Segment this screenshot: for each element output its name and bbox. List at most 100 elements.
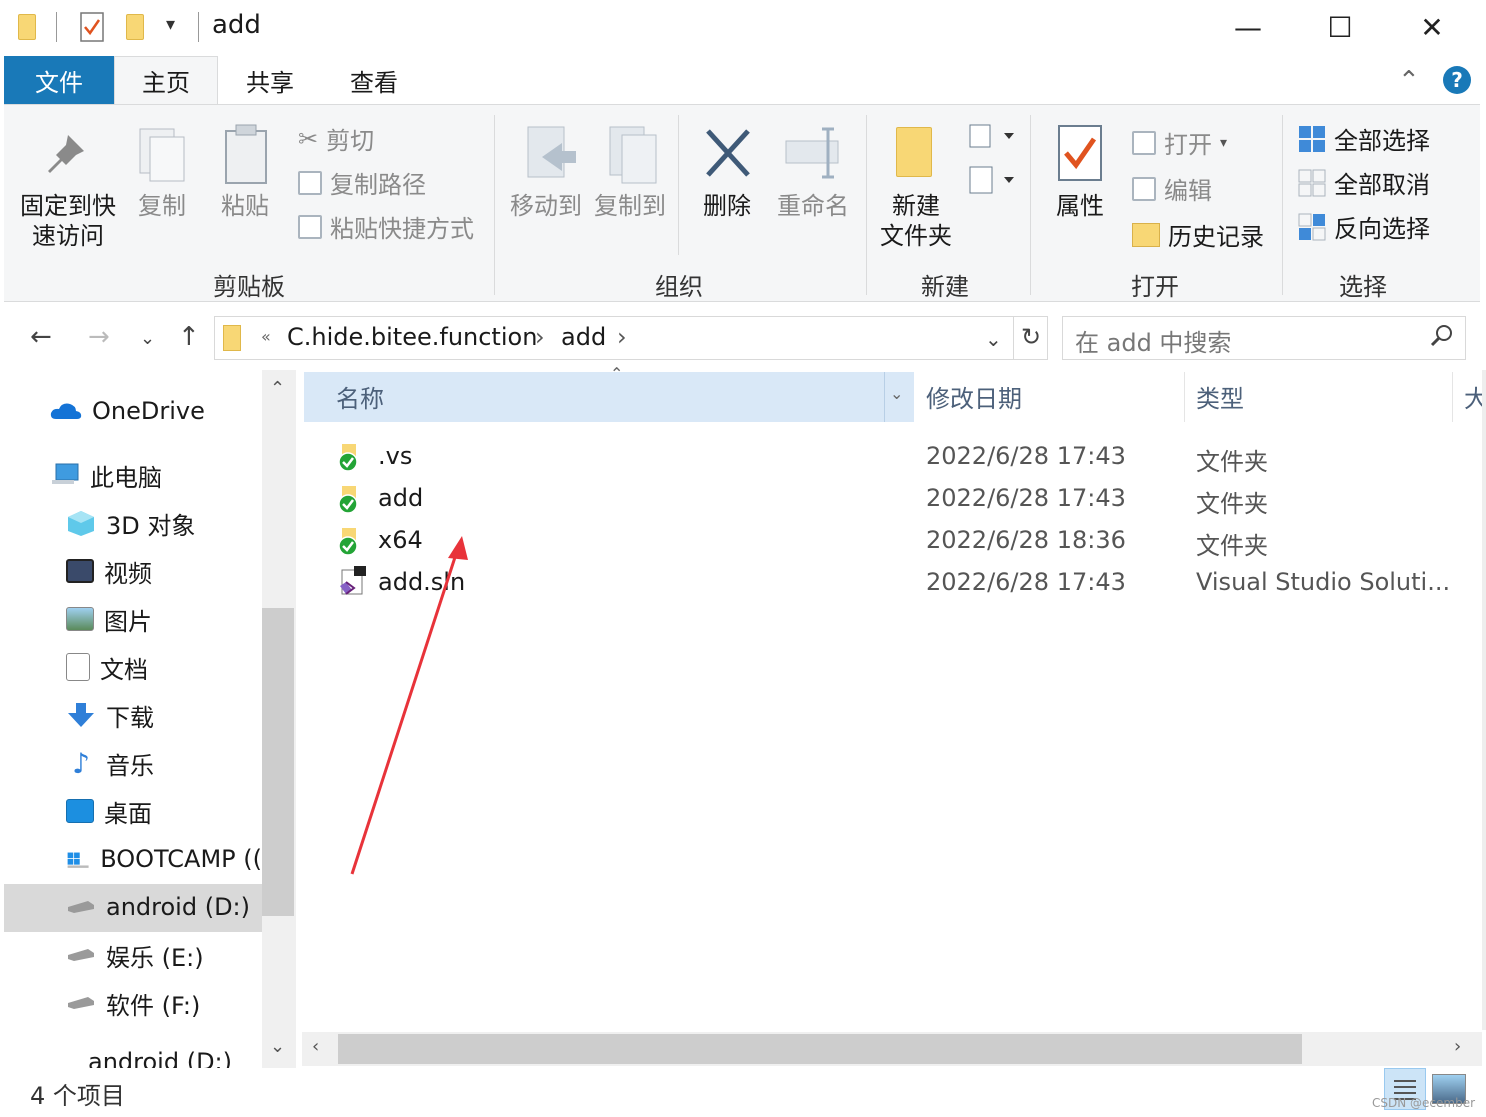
paste-shortcut-button[interactable]: 粘贴快捷方式 — [298, 209, 474, 244]
nav-item-software-f[interactable]: 软件 (F:) — [66, 980, 200, 1026]
up-icon[interactable]: ↑ — [178, 322, 200, 352]
select-none-button[interactable]: 全部取消 — [1298, 165, 1430, 200]
windows-drive-icon — [67, 852, 89, 868]
forward-icon[interactable]: → — [88, 322, 110, 352]
tab-home[interactable]: 主页 — [114, 56, 218, 104]
new-folder-line2: 文件夹 — [880, 222, 952, 250]
nav-item-music[interactable]: ♪ 音乐 — [66, 740, 154, 786]
back-icon[interactable]: ← — [30, 322, 52, 352]
copy-icon — [136, 125, 190, 189]
scroll-down-icon[interactable]: ⌄ — [270, 1036, 285, 1057]
nav-item-android-d[interactable]: android (D:) — [66, 884, 250, 930]
overflow-icon[interactable]: « — [261, 327, 271, 346]
nav-item-bootcamp[interactable]: BOOTCAMP (( — [66, 836, 262, 882]
file-name: add — [378, 484, 424, 512]
divider — [1184, 372, 1185, 422]
column-header-name-bg — [304, 372, 914, 422]
properties-icon[interactable] — [80, 12, 104, 42]
breadcrumb-add[interactable]: add — [561, 323, 606, 351]
nav-item-desktop[interactable]: 桌面 — [66, 788, 152, 834]
nav-label: 图片 — [104, 607, 152, 636]
delete-button[interactable]: 删除 — [692, 191, 762, 221]
address-dropdown-icon[interactable]: ⌄ — [985, 327, 1002, 351]
vertical-scrollbar[interactable] — [1482, 370, 1486, 1030]
recent-locations-icon[interactable]: ⌄ — [140, 328, 155, 349]
file-type: Visual Studio Soluti... — [1196, 568, 1451, 596]
breadcrumb-separator-icon[interactable]: › — [617, 323, 627, 351]
scroll-up-icon[interactable]: ⌃ — [270, 378, 285, 399]
copy-to-button[interactable]: 复制到 — [588, 191, 672, 221]
cube-icon — [68, 511, 94, 536]
film-icon — [66, 559, 94, 583]
copy-path-button[interactable]: 复制路径 — [298, 165, 426, 200]
breadcrumb-separator-icon[interactable]: › — [535, 323, 545, 351]
paste-shortcut-icon — [298, 214, 322, 239]
history-button[interactable]: 历史记录 — [1132, 217, 1264, 252]
nav-item-documents[interactable]: 文档 — [66, 644, 148, 690]
easy-access-icon[interactable] — [966, 163, 1016, 201]
horizontal-scrollbar[interactable]: ‹ › — [302, 1032, 1482, 1066]
properties-button[interactable]: 属性 — [1044, 191, 1116, 221]
nav-label: 娱乐 (E:) — [106, 943, 204, 972]
pin-quick-access-button[interactable]: 固定到快 速访问 — [14, 191, 122, 251]
minimize-button[interactable]: — — [1202, 0, 1294, 54]
delete-icon — [702, 125, 754, 185]
close-button[interactable]: ✕ — [1386, 0, 1478, 54]
move-to-button[interactable]: 移动到 — [504, 191, 588, 221]
invert-selection-button[interactable]: 反向选择 — [1298, 209, 1430, 244]
nav-item-this-pc[interactable]: 此电脑 — [50, 452, 162, 498]
new-folder-icon[interactable] — [124, 12, 146, 42]
new-item-icon[interactable] — [966, 121, 1016, 155]
tab-file[interactable]: 文件 — [4, 56, 114, 104]
column-header-type[interactable]: 类型 — [1196, 370, 1244, 422]
tab-share[interactable]: 共享 — [218, 56, 322, 104]
nav-item-downloads[interactable]: 下载 — [66, 692, 154, 738]
file-row[interactable]: x64 2022/6/28 18:36 文件夹 — [300, 520, 1480, 562]
rename-button[interactable]: 重命名 — [770, 191, 856, 221]
select-all-button[interactable]: 全部选择 — [1298, 121, 1430, 156]
scroll-right-icon[interactable]: › — [1454, 1036, 1461, 1057]
file-modified: 2022/6/28 17:43 — [926, 568, 1126, 596]
ribbon-tabs: 文件 主页 共享 查看 ⌃ ? — [0, 54, 1486, 104]
refresh-icon[interactable]: ↻ — [1021, 323, 1041, 351]
column-header-size[interactable]: 大 — [1464, 370, 1482, 422]
copy-button[interactable]: 复制 — [130, 191, 194, 221]
edit-label: 编辑 — [1164, 177, 1212, 205]
nav-item-entertainment-e[interactable]: 娱乐 (E:) — [66, 932, 204, 978]
paste-button[interactable]: 粘贴 — [212, 191, 278, 221]
open-button[interactable]: 打开 ▾ — [1132, 125, 1227, 160]
cut-button[interactable]: ✂ 剪切 — [298, 121, 374, 156]
scissors-icon: ✂ — [298, 124, 319, 153]
search-input[interactable]: 在 add 中搜索 — [1062, 316, 1466, 360]
maximize-button[interactable]: ☐ — [1294, 0, 1386, 54]
tab-view[interactable]: 查看 — [322, 56, 426, 104]
group-label-select: 选择 — [1339, 273, 1387, 301]
file-row[interactable]: add.sln 2022/6/28 17:43 Visual Studio So… — [300, 562, 1480, 604]
edit-button[interactable]: 编辑 — [1132, 171, 1212, 206]
group-label-organize: 组织 — [655, 273, 703, 301]
file-row[interactable]: add 2022/6/28 17:43 文件夹 — [300, 478, 1480, 520]
nav-item-3d-objects[interactable]: 3D 对象 — [66, 500, 195, 546]
column-header-name[interactable]: 名称 — [336, 370, 384, 422]
column-filter-icon[interactable]: ⌄ — [890, 384, 903, 403]
address-bar[interactable]: « C.hide.bitee.function › add › ⌄ ↻ — [214, 316, 1048, 360]
search-icon[interactable] — [1429, 323, 1455, 353]
customize-toolbar-icon[interactable]: ▾ — [166, 14, 175, 35]
nav-item-videos[interactable]: 视频 — [66, 548, 152, 594]
column-header-modified[interactable]: 修改日期 — [926, 370, 1022, 422]
pin-label-line2: 速访问 — [32, 222, 104, 250]
breadcrumb-function[interactable]: C.hide.bitee.function — [287, 323, 537, 351]
nav-item-pictures[interactable]: 图片 — [66, 596, 152, 642]
select-all-label: 全部选择 — [1334, 127, 1430, 155]
nav-item-onedrive[interactable]: OneDrive — [50, 388, 205, 434]
nav-scrollbar-thumb[interactable] — [262, 608, 294, 916]
help-icon[interactable]: ? — [1443, 66, 1471, 94]
nav-item-android-d-network[interactable]: android (D:) — [88, 1050, 232, 1068]
scroll-left-icon[interactable]: ‹ — [312, 1036, 319, 1057]
file-row[interactable]: .vs 2022/6/28 17:43 文件夹 — [300, 436, 1480, 478]
folder-icon — [223, 325, 241, 351]
horizontal-scrollbar-thumb[interactable] — [338, 1034, 1302, 1064]
status-bar: 4 个项目 CSDN @ecember — [0, 1068, 1486, 1117]
collapse-ribbon-icon[interactable]: ⌃ — [1398, 66, 1420, 96]
new-folder-button[interactable]: 新建 文件夹 — [874, 191, 958, 251]
